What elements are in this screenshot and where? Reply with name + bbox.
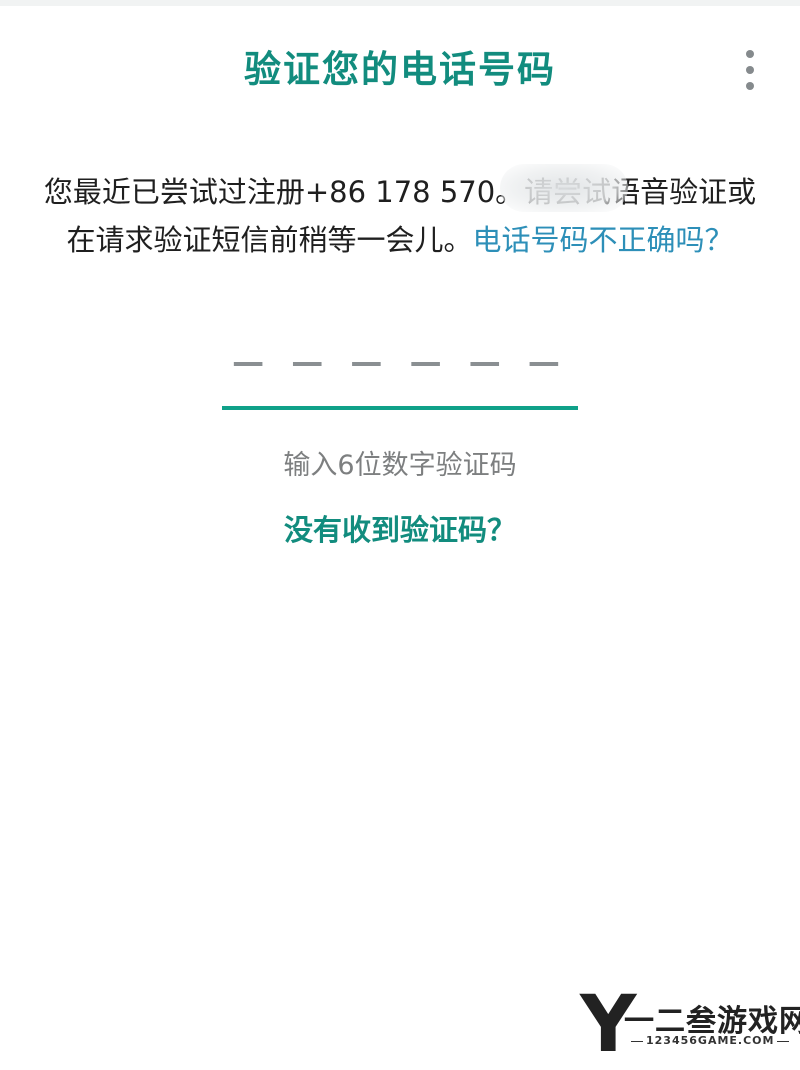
code-input-underline bbox=[222, 406, 578, 410]
more-vertical-icon-dot bbox=[746, 66, 754, 74]
wrong-number-link[interactable]: 电话号码不正确吗？ bbox=[473, 223, 734, 257]
more-options-button[interactable] bbox=[730, 46, 770, 94]
page-title: 验证您的电话号码 bbox=[244, 48, 556, 91]
verification-message: 您最近已尝试过注册+86 178 570。请尝试语音验证或在请求验证短信前稍等一… bbox=[30, 168, 770, 264]
verification-code-input[interactable]: — — — — — — bbox=[222, 340, 578, 412]
message-text-before: 您最近已尝试过注册+86 178 57 bbox=[43, 175, 477, 209]
site-watermark: Y 一二叁游戏网 123456GAME.COM bbox=[580, 986, 800, 1064]
more-vertical-icon bbox=[746, 50, 754, 58]
code-hint: 输入6位数字验证码 bbox=[283, 450, 517, 481]
watermark-subtitle: 123456GAME.COM bbox=[628, 1034, 792, 1047]
more-vertical-icon-dot bbox=[746, 82, 754, 90]
status-strip bbox=[0, 0, 800, 6]
code-placeholder: — — — — — — bbox=[232, 343, 568, 381]
resend-code-link[interactable]: 没有收到验证码？ bbox=[0, 508, 800, 552]
redaction-smudge bbox=[500, 164, 628, 212]
